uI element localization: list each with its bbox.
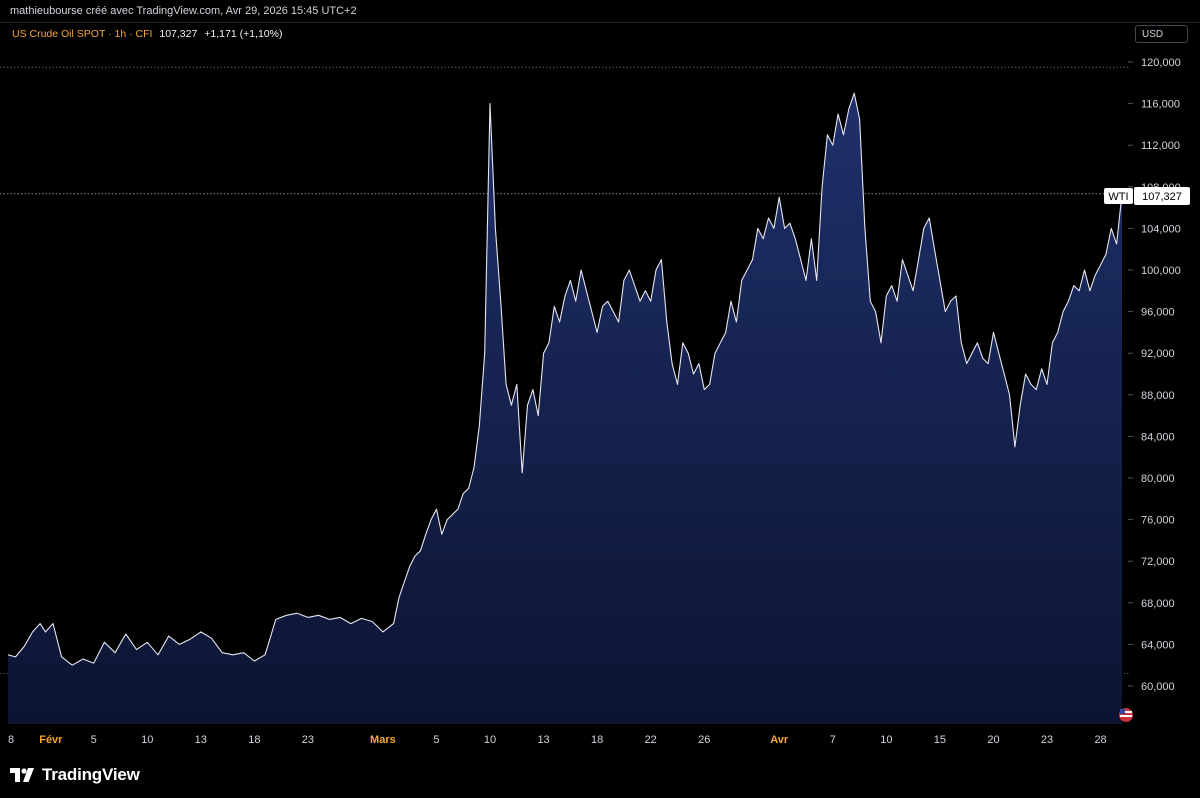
- x-tick-label: 5: [91, 734, 97, 746]
- y-tick-label: 64,000: [1141, 639, 1175, 651]
- y-tick-label: 60,000: [1141, 681, 1175, 693]
- x-tick-label: 22: [645, 734, 657, 746]
- y-tick-label: 116,000: [1141, 99, 1180, 111]
- x-tick-label: Avr: [770, 734, 789, 746]
- x-tick-label: 15: [934, 734, 946, 746]
- price-axis[interactable]: 60,000 64,000 68,000 72,000 76,000 80,000 84,0…: [1128, 57, 1181, 693]
- flag-icon[interactable]: [1119, 708, 1133, 722]
- x-tick-label: Mars: [370, 734, 396, 746]
- x-tick-label: Févr: [39, 734, 63, 746]
- tradingview-logo-icon: [10, 768, 34, 782]
- x-tick-label: 26: [698, 734, 710, 746]
- brand-logo[interactable]: TradingView: [10, 765, 140, 785]
- x-tick-label: 18: [591, 734, 603, 746]
- x-tick-label: 23: [302, 734, 314, 746]
- price-area: [8, 93, 1122, 724]
- y-tick-label: 80,000: [1141, 473, 1175, 485]
- time-axis[interactable]: 8 Févr 5 10 13 18 23 Mars 5 10 13 18 22 26 Avr 7 10 15 20 2…: [8, 734, 1107, 746]
- last-price-tag: WTI 107,327: [1104, 187, 1190, 205]
- x-tick-label: 13: [537, 734, 549, 746]
- symbol-label: WTI: [1108, 191, 1128, 203]
- price-change: +1,171 (+1,10%): [204, 28, 283, 40]
- x-tick-label: 8: [8, 734, 14, 746]
- y-tick-label: 92,000: [1141, 348, 1175, 360]
- symbol-name: US Crude Oil SPOT · 1h · CFI: [12, 28, 153, 40]
- price-chart[interactable]: 60,000 64,000 68,000 72,000 76,000 80,000 84,0…: [0, 0, 1200, 798]
- symbol-legend[interactable]: US Crude Oil SPOT · 1h · CFI 107,327 +1,…: [12, 28, 282, 40]
- y-tick-label: 68,000: [1141, 598, 1175, 610]
- y-tick-label: 112,000: [1141, 140, 1180, 152]
- brand-name: TradingView: [42, 765, 140, 784]
- y-tick-label: 88,000: [1141, 390, 1175, 402]
- footer: [0, 749, 1200, 798]
- x-tick-label: 10: [880, 734, 892, 746]
- y-tick-label: 76,000: [1141, 515, 1175, 527]
- price-label-value: 107,327: [1142, 191, 1182, 203]
- x-tick-label: 18: [248, 734, 260, 746]
- y-tick-label: 72,000: [1141, 556, 1175, 568]
- x-tick-label: 10: [141, 734, 153, 746]
- y-tick-label: 104,000: [1141, 223, 1181, 235]
- x-tick-label: 28: [1094, 734, 1106, 746]
- last-price: 107,327: [159, 28, 198, 40]
- x-tick-label: 23: [1041, 734, 1053, 746]
- x-tick-label: 13: [195, 734, 207, 746]
- y-tick-label: 100,000: [1141, 265, 1181, 277]
- y-tick-label: 120,000: [1141, 57, 1181, 69]
- x-tick-label: 10: [484, 734, 496, 746]
- y-tick-label: 96,000: [1141, 307, 1175, 319]
- x-tick-label: 7: [830, 734, 836, 746]
- x-tick-label: 20: [987, 734, 999, 746]
- currency-button[interactable]: USD: [1135, 25, 1188, 43]
- y-tick-label: 84,000: [1141, 431, 1175, 443]
- x-tick-label: 5: [433, 734, 439, 746]
